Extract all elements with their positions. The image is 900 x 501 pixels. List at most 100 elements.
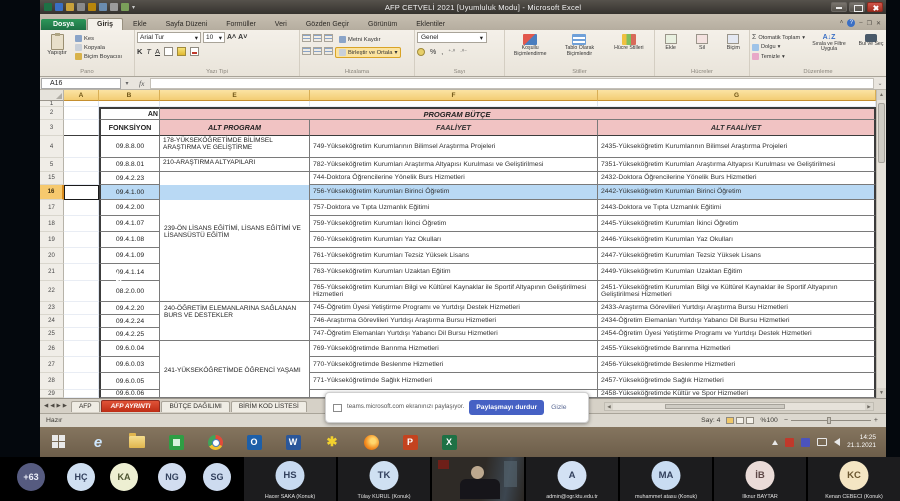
autosum-button[interactable]: Otomatik Toplam ▾ bbox=[752, 34, 805, 41]
normal-view-icon[interactable] bbox=[726, 417, 734, 424]
cell-faaliyet[interactable]: 770-Yükseköğretimde Beslenme Hizmetleri bbox=[310, 357, 598, 373]
font-color-button[interactable] bbox=[190, 47, 199, 56]
cell-faaliyet[interactable]: 761-Yükseköğretim Kurumları Tezsiz Yükse… bbox=[310, 248, 598, 264]
cell[interactable] bbox=[64, 328, 99, 341]
column-header-b[interactable]: B bbox=[99, 90, 160, 101]
participant-tile[interactable]: TKTülay KURUL (Konuk) bbox=[338, 457, 430, 501]
delete-cells-button[interactable]: Sil bbox=[688, 34, 715, 51]
stop-sharing-button[interactable]: Paylaşmayı durdur bbox=[469, 400, 544, 415]
ribbon-tab-g-zden-ge-ir[interactable]: Gözden Geçir bbox=[297, 19, 358, 30]
taskbar-green-app[interactable] bbox=[165, 431, 187, 453]
cell-fonksiyon-code[interactable]: 09.4.1.08 bbox=[99, 232, 160, 248]
cell-alt-faaliyet[interactable]: 2434-Öğretim Elemanları Yurtdışı Yabancı… bbox=[598, 315, 876, 328]
cell-faaliyet[interactable]: 765-Yükseköğretim Kurumları Bilgi ve Kül… bbox=[310, 281, 598, 302]
align-bottom-button[interactable] bbox=[324, 34, 333, 42]
sheet-nav-icon-0[interactable]: ◀ bbox=[44, 403, 48, 409]
cell-alt-program[interactable] bbox=[160, 216, 310, 232]
shrink-font-button[interactable]: A˅ bbox=[238, 34, 247, 41]
cell-fonksiyon-code[interactable]: 09.4.2.24 bbox=[99, 315, 160, 328]
participant-tile[interactable]: KCKenan CEBECİ (Konuk) bbox=[808, 457, 900, 501]
sheet-tab-afp[interactable]: AFP bbox=[71, 401, 100, 412]
cell-alt-program[interactable] bbox=[160, 264, 310, 281]
taskbar-powerpoint[interactable]: P bbox=[399, 431, 421, 453]
cell[interactable] bbox=[64, 373, 99, 390]
participant-avatar[interactable]: HÇ bbox=[67, 463, 95, 491]
cell-alt-program[interactable] bbox=[160, 328, 310, 341]
align-right-button[interactable] bbox=[324, 47, 333, 55]
ribbon-tab-sayfa-d-zeni[interactable]: Sayfa Düzeni bbox=[157, 19, 217, 30]
ribbon-tab-ekle[interactable]: Ekle bbox=[124, 19, 156, 30]
cell-alt-program[interactable] bbox=[160, 357, 310, 373]
ribbon-tab-g-r-n-m[interactable]: Görünüm bbox=[359, 19, 406, 30]
clear-button[interactable]: Temizle ▾ bbox=[752, 53, 805, 60]
bold-button[interactable]: K bbox=[137, 47, 142, 56]
row-number[interactable]: 4 bbox=[40, 136, 64, 158]
cell[interactable] bbox=[64, 248, 99, 264]
row-number[interactable]: 19 bbox=[40, 232, 64, 248]
cell-fonksiyon-code[interactable]: 08.2.0.00 bbox=[99, 281, 160, 302]
page-layout-view-icon[interactable] bbox=[736, 417, 744, 424]
cell-alt-faaliyet[interactable]: 2447-Yükseköğretim Kurumları Tezsiz Yüks… bbox=[598, 248, 876, 264]
header-faaliyet[interactable]: FAALİYET bbox=[310, 120, 598, 136]
align-top-button[interactable] bbox=[302, 34, 311, 42]
cell-alt-faaliyet[interactable]: 2433-Araştırma Görevlileri Yurtdışı Araş… bbox=[598, 302, 876, 315]
formula-input[interactable] bbox=[150, 78, 874, 89]
font-name-select[interactable]: Arial Tur▾ bbox=[137, 32, 201, 43]
row-number[interactable]: 26 bbox=[40, 341, 64, 357]
column-header-g[interactable]: G bbox=[598, 90, 876, 101]
insert-cells-button[interactable]: Ekle bbox=[657, 34, 684, 51]
cell-alt-program[interactable] bbox=[160, 373, 310, 390]
cell[interactable] bbox=[64, 357, 99, 373]
cut-button[interactable]: Kes bbox=[75, 35, 122, 42]
undo-icon[interactable] bbox=[66, 3, 74, 11]
cell-fonksiyon-code[interactable]: 09.6.0.05 bbox=[99, 373, 160, 390]
formula-bar-expand-icon[interactable]: ⌄ bbox=[874, 80, 886, 87]
increase-decimal-button[interactable]: ⁺·⁰ bbox=[448, 49, 455, 55]
cell[interactable] bbox=[64, 136, 99, 158]
cell-alt-program[interactable] bbox=[160, 172, 310, 185]
header-alt-faaliyet[interactable]: ALT FAALİYET bbox=[598, 120, 876, 136]
align-middle-button[interactable] bbox=[313, 34, 322, 42]
sheet-nav-icon-3[interactable]: ▶ bbox=[63, 403, 67, 409]
cell-alt-faaliyet[interactable]: 2445-Yükseköğretim Kurumları İkinci Öğre… bbox=[598, 216, 876, 232]
row-number[interactable]: 3 bbox=[40, 120, 64, 136]
cell-alt-program[interactable] bbox=[160, 185, 310, 200]
zoom-thumb[interactable] bbox=[827, 417, 831, 424]
taskbar-word[interactable]: W bbox=[282, 431, 304, 453]
cell-alt-faaliyet[interactable]: 7351-Yükseköğretim Kurumları Araştırma A… bbox=[598, 158, 876, 172]
row-number[interactable]: 2 bbox=[40, 107, 64, 120]
cell-faaliyet[interactable]: 771-Yükseköğretimde Sağlık Hizmetleri bbox=[310, 373, 598, 390]
cell-alt-faaliyet[interactable]: 2443-Doktora ve Tıpta Uzmanlık Eğitimi bbox=[598, 200, 876, 216]
vertical-scroll-thumb[interactable] bbox=[878, 103, 885, 163]
sheet-tab-afp-ayrinti[interactable]: AFP AYRINTI bbox=[101, 400, 161, 412]
cell-alt-program[interactable] bbox=[160, 341, 310, 357]
row-number[interactable]: 18 bbox=[40, 216, 64, 232]
help-icon[interactable]: ? bbox=[847, 19, 855, 27]
participant-avatar[interactable]: KA bbox=[110, 463, 138, 491]
row-number[interactable]: 23 bbox=[40, 302, 64, 315]
cell-alt-faaliyet[interactable]: 2435-Yükseköğretim Kurumlarının Bilimsel… bbox=[598, 136, 876, 158]
participant-avatar[interactable]: NG bbox=[158, 463, 186, 491]
cell-alt-program[interactable] bbox=[160, 232, 310, 248]
cell-alt-faaliyet[interactable]: 2432-Doktora Öğrencilerine Yönelik Burs … bbox=[598, 172, 876, 185]
cell-ana-fonksiyon[interactable]: AN bbox=[99, 107, 160, 120]
ribbon-tab-form-ller[interactable]: Formüller bbox=[217, 19, 265, 30]
participant-video-tile[interactable] bbox=[432, 457, 524, 501]
cell[interactable] bbox=[64, 120, 99, 136]
ribbon-collapse-icon[interactable]: ˄ bbox=[840, 20, 844, 26]
cell-fonksiyon-code[interactable]: 09.4.1.00 bbox=[99, 185, 160, 200]
cell-fonksiyon-code[interactable]: 09.4.2.23 bbox=[99, 172, 160, 185]
wrap-text-button[interactable]: Metni Kaydır bbox=[335, 34, 385, 45]
cell-alt-faaliyet[interactable]: 2455-Yükseköğretimde Barınma Hizmetleri bbox=[598, 341, 876, 357]
sheet-nav-icon-2[interactable]: ▶ bbox=[56, 403, 60, 409]
qat-icon[interactable] bbox=[88, 3, 96, 11]
cell[interactable] bbox=[64, 200, 99, 216]
qat-icon[interactable] bbox=[99, 3, 107, 11]
cell-fonksiyon-code[interactable]: 09.4.2.20 bbox=[99, 302, 160, 315]
sheet-nav-buttons[interactable]: ◀◀▶▶ bbox=[40, 403, 71, 409]
format-painter-button[interactable]: Biçim Boyacısı bbox=[75, 53, 122, 60]
sheet-tab-bi-ri-m-kod-li-stesi[interactable]: BİRİM KOD LİSTESİ bbox=[231, 401, 307, 412]
cell-fonksiyon-code[interactable]: 09.8.8.00 bbox=[99, 136, 160, 158]
number-format-select[interactable]: Genel▾ bbox=[417, 32, 487, 43]
cell[interactable] bbox=[64, 107, 99, 120]
